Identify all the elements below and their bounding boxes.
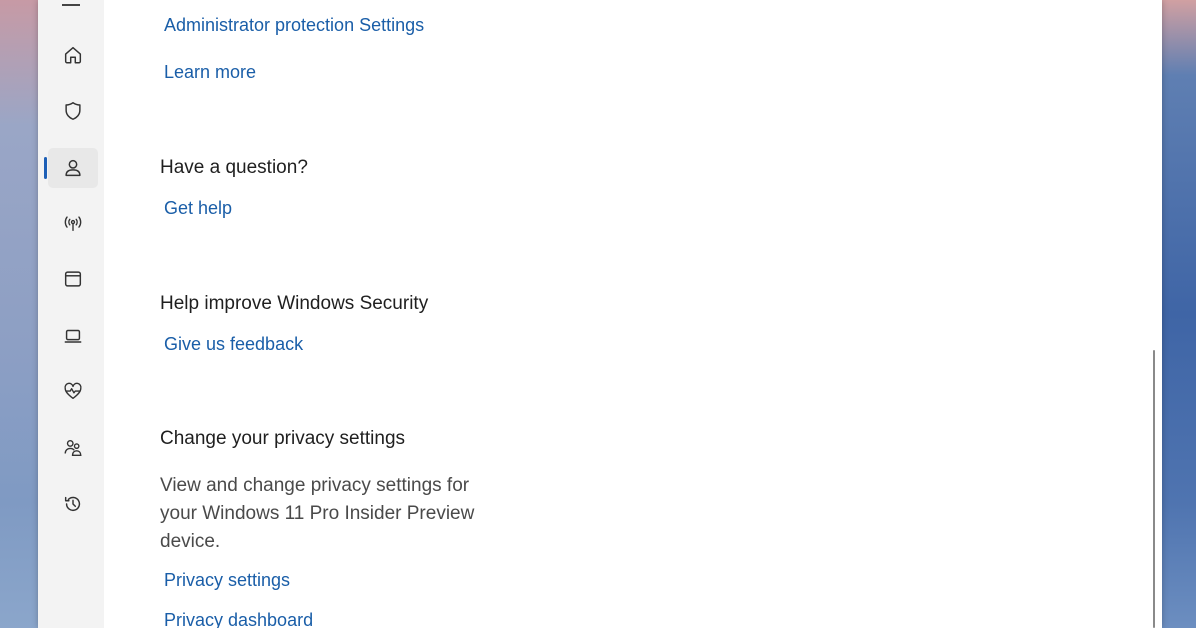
sidebar-item-protection-history[interactable] (48, 484, 98, 524)
desktop-wallpaper-right (1162, 0, 1196, 628)
vertical-scrollbar[interactable] (1153, 350, 1155, 628)
account-icon (65, 159, 81, 177)
administrator-protection-settings-link[interactable]: Administrator protection Settings (164, 15, 424, 36)
privacy-description: View and change privacy settings for you… (160, 475, 475, 552)
sidebar-item-family-options[interactable] (48, 428, 98, 468)
app-browser-icon (64, 271, 82, 287)
sidebar-nav (38, 0, 104, 628)
health-heart-icon (64, 382, 82, 400)
windows-security-window: Administrator protection Settings Learn … (38, 0, 1162, 628)
privacy-settings-heading: Change your privacy settings (160, 428, 406, 449)
privacy-settings-link[interactable]: Privacy settings (164, 570, 290, 591)
laptop-icon (64, 329, 82, 343)
shield-icon (65, 102, 81, 120)
main-content: Administrator protection Settings Learn … (104, 0, 1154, 628)
menu-icon[interactable] (62, 4, 80, 6)
privacy-dashboard-link[interactable]: Privacy dashboard (164, 610, 313, 628)
help-improve-heading: Help improve Windows Security (160, 293, 429, 314)
have-a-question-heading: Have a question? (160, 157, 308, 178)
sidebar-item-firewall-network[interactable] (48, 203, 98, 243)
sidebar-item-device-health[interactable] (48, 371, 98, 411)
history-icon (64, 496, 81, 512)
get-help-link[interactable]: Get help (164, 198, 232, 219)
home-icon (64, 46, 82, 64)
sidebar-item-virus-protection[interactable] (48, 91, 98, 131)
selection-indicator (44, 157, 47, 179)
network-icon (64, 216, 82, 232)
sidebar-item-device-security[interactable] (48, 316, 98, 356)
family-icon (64, 439, 82, 457)
sidebar-item-account-protection[interactable] (48, 148, 98, 188)
learn-more-link[interactable]: Learn more (164, 62, 256, 83)
desktop-wallpaper-left (0, 0, 38, 628)
sidebar-item-home[interactable] (48, 35, 98, 75)
sidebar-item-app-browser-control[interactable] (48, 259, 98, 299)
give-us-feedback-link[interactable]: Give us feedback (164, 334, 303, 355)
